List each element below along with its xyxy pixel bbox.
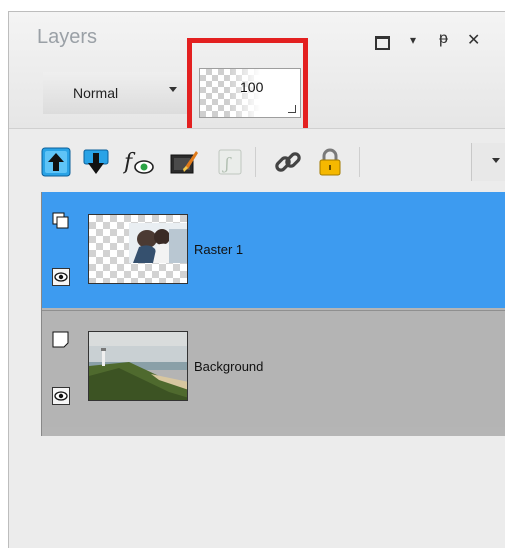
- layer-row-raster-1[interactable]: Raster 1: [42, 192, 505, 308]
- layer-thumbnail: [88, 214, 188, 284]
- chevron-down-icon: [169, 87, 177, 92]
- blend-mode-dropdown[interactable]: Normal: [43, 72, 190, 114]
- toolbar-separator: [255, 147, 256, 177]
- layers-panel: Layers ▾ ᵽ ✕ Normal 100 f ʃ Raster 1 Bac…: [8, 11, 505, 548]
- layer-effects-icon[interactable]: f: [122, 147, 154, 177]
- opacity-field[interactable]: 100: [199, 68, 301, 118]
- move-layer-up-icon[interactable]: [41, 147, 71, 177]
- layer-thumbnail: [88, 331, 188, 401]
- panel-menu-icon[interactable]: ▾: [410, 33, 416, 47]
- move-layer-down-icon[interactable]: [81, 147, 111, 177]
- resize-grip-icon[interactable]: [288, 105, 296, 113]
- layer-name: Raster 1: [194, 242, 244, 257]
- opacity-value: 100: [240, 79, 264, 95]
- raster-layer-icon: [52, 212, 69, 229]
- script-icon[interactable]: ʃ: [215, 147, 245, 177]
- panel-header: Layers ▾ ᵽ ✕ Normal 100: [9, 12, 505, 128]
- toolbar-separator: [359, 147, 360, 177]
- layer-row-background[interactable]: Background: [42, 310, 505, 427]
- window-controls: ▾ ᵽ ✕: [375, 30, 505, 54]
- visibility-toggle-eye-icon[interactable]: [52, 268, 70, 286]
- lock-icon[interactable]: [315, 147, 345, 177]
- panel-title: Layers: [37, 26, 98, 48]
- svg-text:f: f: [123, 150, 136, 175]
- visibility-toggle-eye-icon[interactable]: [52, 387, 70, 405]
- maximize-icon[interactable]: [375, 36, 390, 50]
- pin-icon[interactable]: ᵽ: [439, 30, 448, 48]
- close-icon[interactable]: ✕: [467, 30, 480, 50]
- link-icon[interactable]: [273, 147, 303, 177]
- blend-mode-value: Normal: [73, 85, 119, 101]
- layers-toolbar: f ʃ: [9, 128, 505, 193]
- layer-name: Background: [194, 359, 264, 374]
- more-dropdown-icon[interactable]: [471, 143, 505, 181]
- layer-list: Raster 1 Background: [41, 192, 505, 436]
- background-layer-icon: [52, 331, 69, 348]
- edit-mask-icon[interactable]: [169, 147, 199, 177]
